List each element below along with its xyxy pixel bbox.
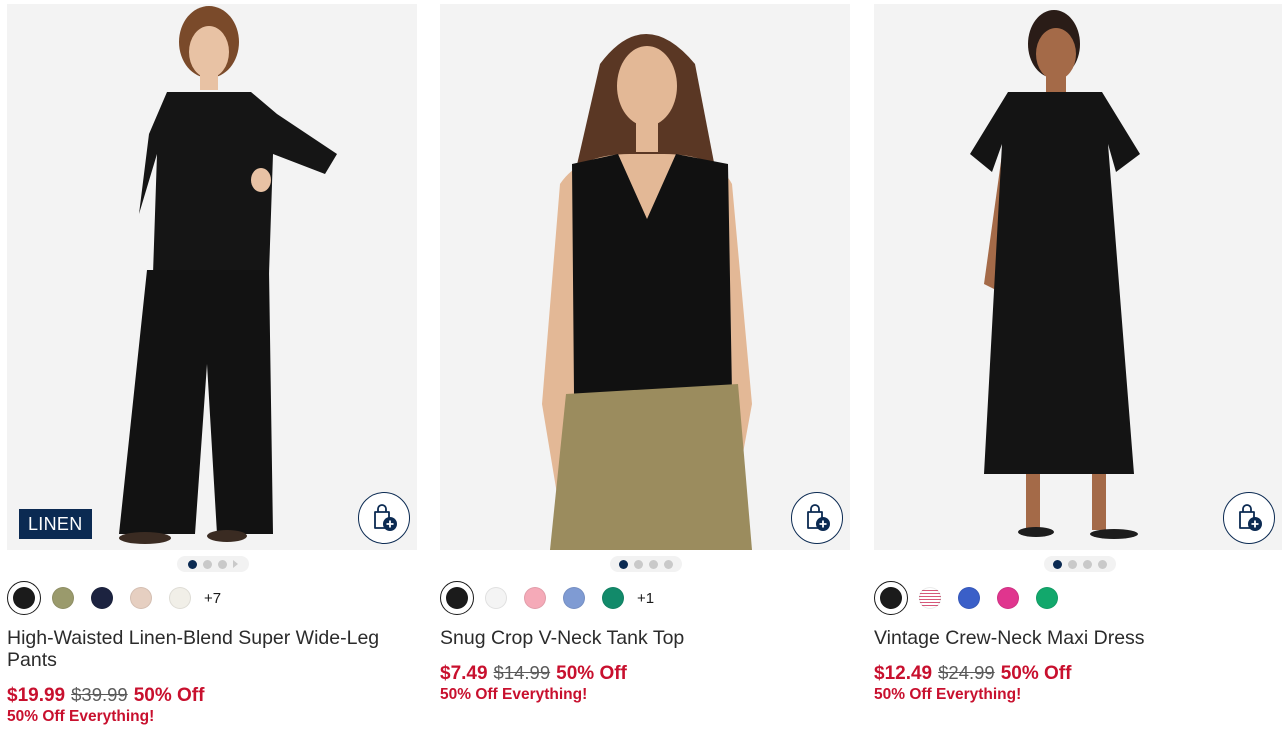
shopping-bag-plus-icon: [1239, 504, 1262, 531]
carousel-dot[interactable]: [649, 559, 658, 569]
product-image[interactable]: [440, 4, 850, 550]
product-image[interactable]: LINEN: [7, 4, 417, 550]
original-price: $14.99: [493, 662, 551, 683]
color-swatch[interactable]: [85, 581, 119, 615]
sale-price: $7.49: [440, 663, 488, 684]
color-swatches: +7: [7, 581, 221, 615]
promo-text: 50% Off Everything!: [874, 686, 1022, 703]
swatch-color: [52, 587, 74, 609]
swatch-color: [524, 587, 546, 609]
carousel-dot[interactable]: [218, 559, 227, 569]
swatch-color: [919, 587, 941, 609]
carousel-dot[interactable]: [664, 559, 673, 569]
add-to-bag-button[interactable]: [791, 492, 843, 544]
product-card-maxi-dress: Vintage Crew-Neck Maxi Dress $12.49 $24.…: [874, 4, 1282, 703]
price-row: $19.99 $39.99 50% Off: [7, 684, 204, 707]
carousel-dot[interactable]: [188, 559, 197, 569]
color-swatches: +1: [440, 581, 654, 615]
carousel-dot[interactable]: [1083, 559, 1092, 569]
product-card-tank-top: +1 Snug Crop V-Neck Tank Top $7.49 $14.9…: [440, 4, 850, 703]
product-card-wide-leg-pants: LINEN +7 High-Waisted Linen-Blend Super …: [7, 4, 417, 725]
color-swatch[interactable]: [991, 581, 1025, 615]
more-colors-link[interactable]: +7: [204, 590, 221, 607]
color-swatch[interactable]: [952, 581, 986, 615]
color-swatches: [874, 581, 1069, 615]
carousel-dot[interactable]: [634, 559, 643, 569]
price-row: $12.49 $24.99 50% Off: [874, 662, 1071, 685]
color-swatch[interactable]: [1030, 581, 1064, 615]
image-carousel-dots[interactable]: [177, 556, 249, 572]
promo-text: 50% Off Everything!: [440, 686, 588, 703]
product-name[interactable]: Snug Crop V-Neck Tank Top: [440, 627, 840, 649]
swatch-color: [997, 587, 1019, 609]
model-photo: [440, 4, 850, 550]
swatch-color: [1036, 587, 1058, 609]
product-name[interactable]: High-Waisted Linen-Blend Super Wide-Leg …: [7, 627, 407, 671]
model-photo: [874, 4, 1282, 550]
image-carousel-dots[interactable]: [1044, 556, 1116, 572]
original-price: $24.99: [938, 662, 995, 683]
color-swatch[interactable]: [913, 581, 947, 615]
promo-text: 50% Off Everything!: [7, 708, 155, 725]
swatch-color: [563, 587, 585, 609]
swatch-color: [485, 587, 507, 609]
color-swatch-selected[interactable]: [7, 581, 41, 615]
swatch-color: [446, 587, 468, 609]
swatch-color: [130, 587, 152, 609]
color-swatch[interactable]: [557, 581, 591, 615]
carousel-dot[interactable]: [203, 559, 212, 569]
shopping-bag-plus-icon: [807, 504, 830, 531]
product-image[interactable]: [874, 4, 1282, 550]
color-swatch-selected[interactable]: [440, 581, 474, 615]
carousel-dot[interactable]: [619, 559, 628, 569]
color-swatch[interactable]: [518, 581, 552, 615]
add-to-bag-button[interactable]: [358, 492, 410, 544]
color-swatch-selected[interactable]: [874, 581, 908, 615]
discount-label: 50% Off: [1000, 663, 1072, 684]
more-colors-link[interactable]: +1: [637, 590, 654, 607]
swatch-color: [169, 587, 191, 609]
price-row: $7.49 $14.99 50% Off: [440, 662, 627, 685]
swatch-color: [91, 587, 113, 609]
swatch-color: [13, 587, 35, 609]
carousel-dot[interactable]: [1068, 559, 1077, 569]
color-swatch[interactable]: [596, 581, 630, 615]
swatch-color: [958, 587, 980, 609]
sale-price: $19.99: [7, 685, 66, 706]
product-grid: LINEN +7 High-Waisted Linen-Blend Super …: [0, 0, 1282, 732]
original-price: $39.99: [71, 684, 128, 705]
linen-badge: LINEN: [19, 509, 92, 539]
add-to-bag-button[interactable]: [1223, 492, 1275, 544]
color-swatch[interactable]: [163, 581, 197, 615]
discount-label: 50% Off: [133, 685, 205, 706]
image-carousel-dots[interactable]: [610, 556, 682, 572]
color-swatch[interactable]: [479, 581, 513, 615]
discount-label: 50% Off: [556, 663, 627, 684]
shopping-bag-plus-icon: [374, 504, 397, 531]
product-name[interactable]: Vintage Crew-Neck Maxi Dress: [874, 627, 1274, 649]
model-photo: [7, 4, 417, 550]
carousel-dot[interactable]: [1098, 559, 1107, 569]
sale-price: $12.49: [874, 663, 933, 684]
swatch-color: [602, 587, 624, 609]
carousel-dot[interactable]: [1053, 559, 1062, 569]
swatch-color: [880, 587, 902, 609]
color-swatch[interactable]: [124, 581, 158, 615]
carousel-next-icon[interactable]: [233, 560, 238, 568]
color-swatch[interactable]: [46, 581, 80, 615]
